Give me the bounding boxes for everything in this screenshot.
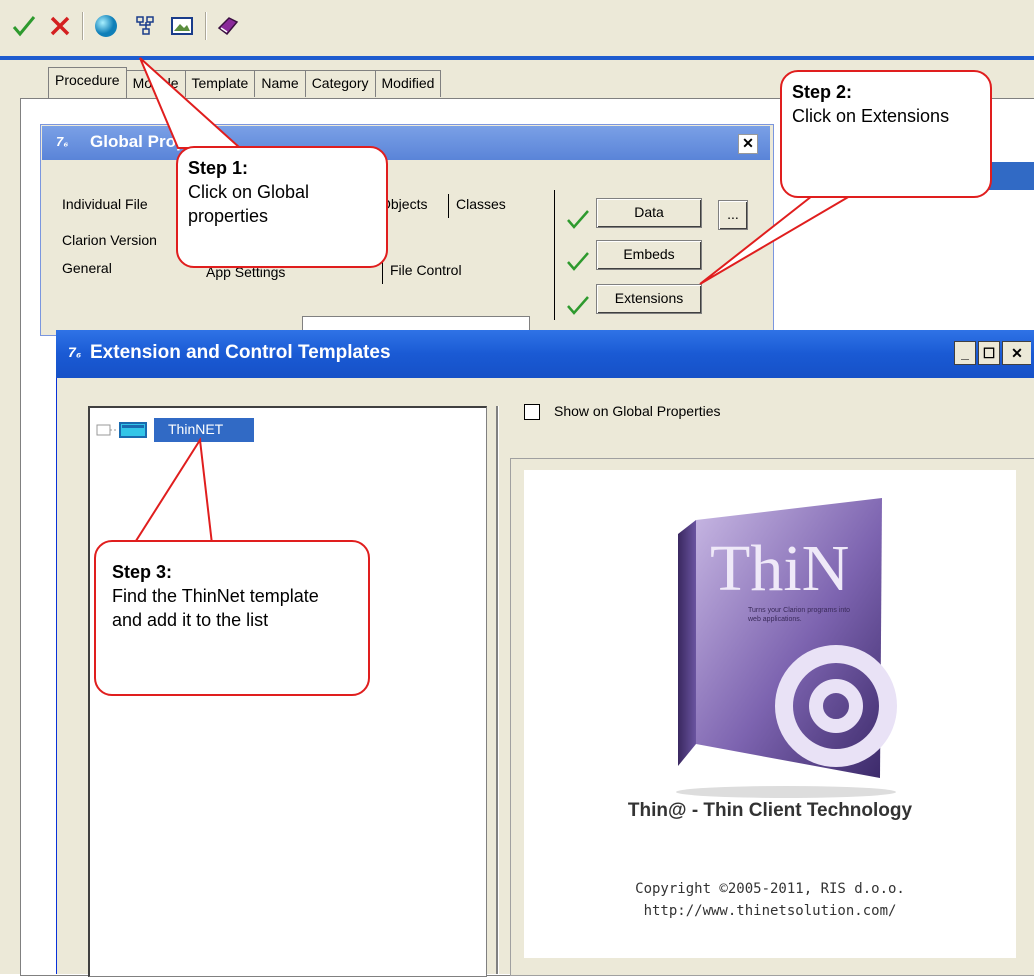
callout-step3-text: Find the ThinNet template and add it to … xyxy=(112,586,319,630)
callout-step2-heading: Step 2: xyxy=(792,82,853,102)
callout-step2-text: Click on Extensions xyxy=(792,106,950,126)
callout-step1-heading: Step 1: xyxy=(188,158,249,178)
callout-step1: Step 1: Click on Global properties xyxy=(176,146,388,268)
callout-step2: Step 2: Click on Extensions xyxy=(780,70,992,198)
callout-step1-text: Click on Global properties xyxy=(188,182,310,226)
callout-step3-heading: Step 3: xyxy=(112,562,173,582)
callout-step3: Step 3: Find the ThinNet template and ad… xyxy=(94,540,370,696)
